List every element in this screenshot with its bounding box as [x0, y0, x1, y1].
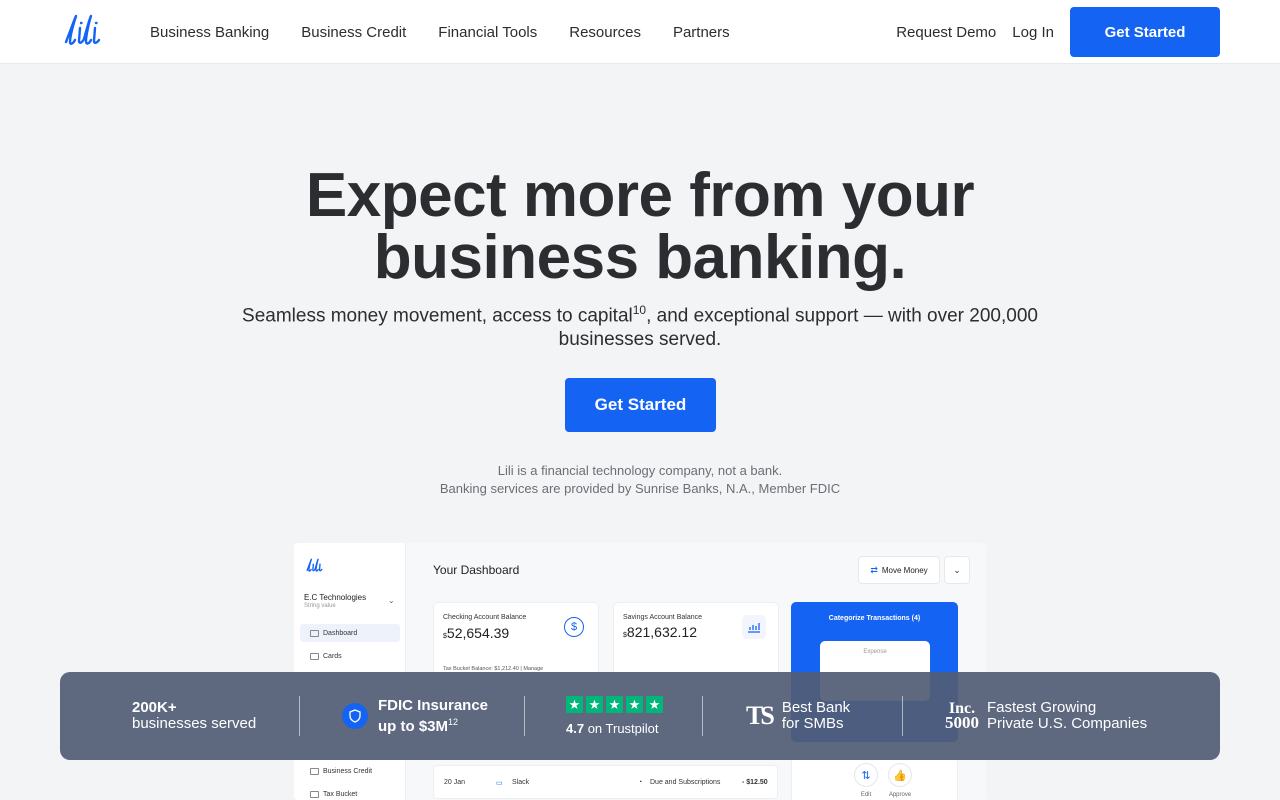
disclaimer-line2: Banking services are provided by Sunrise…	[439, 481, 841, 496]
bank-disclaimer: Lili is a financial technology company, …	[0, 462, 1280, 498]
stat-businesses-label: businesses served	[132, 715, 257, 732]
categorize-title: Categorize Transactions (4)	[828, 615, 921, 622]
trustpilot-label: on Trustpilot	[587, 721, 659, 736]
transfer-icon: ⇄	[870, 564, 878, 575]
hero-title-line2: business banking.	[373, 223, 907, 292]
hero-title: Expect more from your business banking.	[0, 165, 1280, 289]
stat-best-bank-line2: for SMBs	[781, 715, 844, 732]
expense-label: Expense	[863, 649, 887, 655]
stats-bar: 200K+ businesses served FDIC Insurance u…	[60, 672, 1220, 760]
inc5000-logo: Inc. 5000	[945, 701, 979, 732]
stat-best-bank: TS Best Bank for SMBs	[746, 672, 850, 760]
stat-businesses-value: 200K+	[132, 699, 177, 716]
star-icon: ★	[646, 696, 663, 713]
stat-businesses: 200K+ businesses served	[132, 672, 256, 760]
savings-balance: $821,632.12	[623, 624, 697, 640]
disclaimer-line1: Lili is a financial technology company, …	[497, 463, 783, 478]
stat-divider	[299, 696, 300, 736]
footnote-ref[interactable]: 12	[448, 717, 458, 727]
company-name: E.C Technologies	[304, 593, 367, 602]
stat-fdic-title: FDIC Insurance	[378, 696, 489, 714]
stat-fdic: FDIC Insurance up to $3M12	[342, 672, 488, 760]
transaction-row: 20 Jan ▭ Slack ◔ Due and Subscriptions -…	[433, 765, 778, 799]
dollar-icon: $	[564, 617, 584, 637]
stat-inc5000-line1: Fastest Growing	[987, 699, 1097, 716]
stat-divider	[702, 696, 703, 736]
sidebar-item-dashboard: Dashboard	[300, 624, 400, 642]
hero-subtitle: Seamless money movement, access to capit…	[230, 298, 1050, 352]
bucket-icon	[310, 790, 319, 798]
checking-label: Checking Account Balance	[443, 614, 527, 621]
transaction-actions: ⇅ Edit 👍 Approve	[791, 758, 958, 800]
lili-mini-logo	[306, 558, 323, 572]
star-icon: ★	[606, 696, 623, 713]
nav-business-credit[interactable]: Business Credit	[301, 24, 406, 41]
trustpilot-rating: 4.7	[566, 721, 585, 736]
tag-icon: ◔	[638, 779, 643, 786]
sidebar-item-label: Business Credit	[323, 767, 373, 775]
sidebar-item-business-credit: Business Credit	[300, 762, 400, 780]
tx-date: 20 Jan	[444, 779, 466, 786]
trustpilot-stars: ★ ★ ★ ★ ★	[566, 696, 663, 713]
ts-logo: TS	[746, 701, 775, 730]
star-icon: ★	[626, 696, 643, 713]
savings-label: Savings Account Balance	[623, 614, 702, 621]
stat-inc5000-line2: Private U.S. Companies	[987, 715, 1148, 732]
hero-title-line1: Expect more from your	[305, 161, 975, 230]
stat-divider	[902, 696, 903, 736]
stat-inc5000: Inc. 5000 Fastest Growing Private U.S. C…	[945, 672, 1147, 760]
checking-balance: $52,654.39	[443, 625, 509, 641]
company-subtitle: String value	[304, 603, 336, 609]
nav-resources[interactable]: Resources	[569, 24, 641, 41]
sidebar-item-label: Tax Bucket	[323, 790, 358, 798]
card-icon: ▭	[496, 780, 503, 787]
footnote-ref[interactable]: 10	[633, 303, 646, 317]
chevron-down-icon: ⌄	[944, 556, 970, 584]
star-icon: ★	[566, 696, 583, 713]
home-icon	[310, 629, 319, 637]
star-icon: ★	[586, 696, 603, 713]
savings-amount: 821,632.12	[626, 624, 697, 640]
edit-icon: ⇅	[854, 763, 878, 787]
inc-logo-number: 5000	[945, 713, 979, 732]
lili-logo[interactable]	[60, 12, 112, 48]
thumbs-up-icon: 👍	[888, 763, 912, 787]
tx-category: Due and Subscriptions	[650, 779, 721, 786]
request-demo-link[interactable]: Request Demo	[896, 24, 996, 41]
gauge-icon	[310, 767, 319, 775]
sidebar-item-label: Cards	[323, 652, 342, 660]
main-nav: Business Banking Business Credit Financi…	[150, 0, 762, 64]
header-get-started-button[interactable]: Get Started	[1070, 7, 1220, 57]
sidebar-item-cards: Cards	[300, 647, 400, 665]
shield-icon	[342, 703, 368, 729]
sidebar-item-tax-bucket: Tax Bucket	[300, 785, 400, 800]
stat-divider	[524, 696, 525, 736]
hero-get-started-button[interactable]: Get Started	[565, 378, 716, 432]
tx-amount: - $12.50	[742, 779, 768, 786]
move-money-button: ⇄ Move Money	[858, 556, 940, 584]
stat-best-bank-line1: Best Bank	[781, 699, 851, 716]
approve-label: Approve	[888, 792, 912, 798]
nav-partners[interactable]: Partners	[673, 24, 730, 41]
hero-subtitle-part1: Seamless money movement, access to capit…	[242, 305, 633, 327]
stat-fdic-amount: up to $3M	[378, 717, 448, 735]
nav-financial-tools[interactable]: Financial Tools	[438, 24, 537, 41]
checking-amount: 52,654.39	[446, 625, 510, 641]
stat-trustpilot: ★ ★ ★ ★ ★ 4.7 on Trustpilot	[566, 672, 663, 760]
card-icon	[310, 652, 319, 660]
site-header: Business Banking Business Credit Financi…	[0, 0, 1280, 64]
chart-icon	[742, 615, 766, 639]
sidebar-item-label: Dashboard	[323, 629, 358, 637]
tx-merchant: Slack	[512, 779, 530, 786]
chevron-down-icon: ⌄	[388, 596, 395, 605]
dashboard-title: Your Dashboard	[433, 563, 520, 577]
header-actions: Request Demo Log In Get Started	[896, 7, 1220, 57]
move-money-label: Move Money	[881, 565, 928, 575]
nav-business-banking[interactable]: Business Banking	[150, 24, 269, 41]
login-link[interactable]: Log In	[1012, 24, 1054, 41]
